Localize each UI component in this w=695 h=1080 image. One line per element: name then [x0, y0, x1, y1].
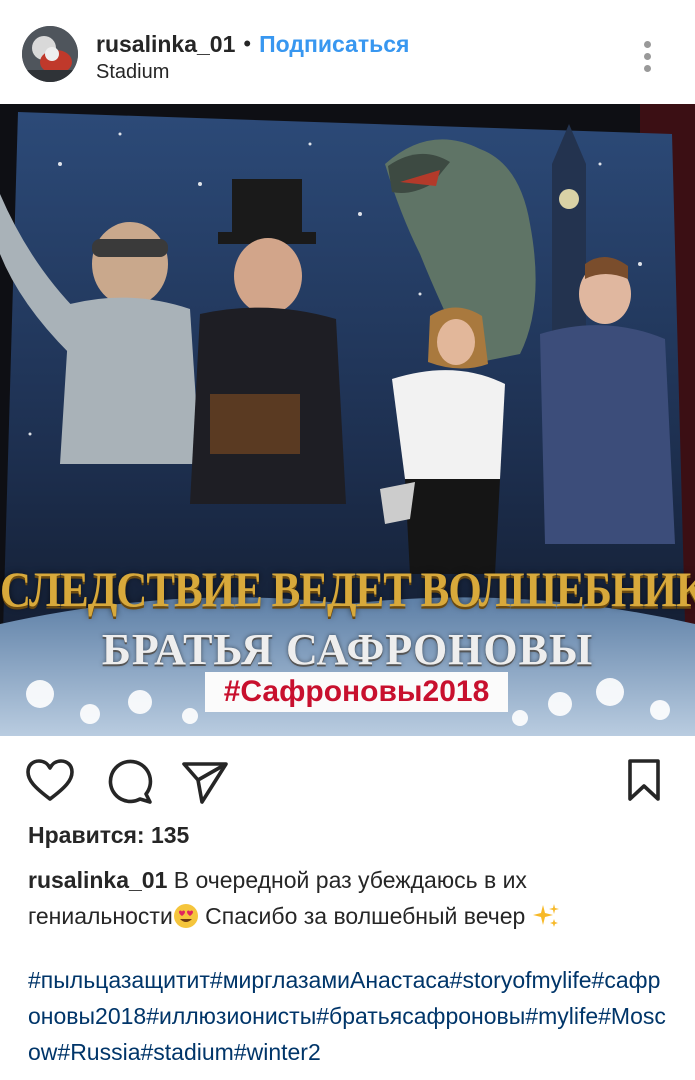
- share-icon[interactable]: [180, 756, 232, 808]
- location-link[interactable]: Stadium: [96, 61, 169, 84]
- post-photo[interactable]: СЛЕДСТВИЕ ВЕДЕТ ВОЛШЕБНИК БРАТЬЯ САФРОНО…: [0, 104, 695, 736]
- bookmark-icon[interactable]: [620, 756, 672, 808]
- post-caption: rusalinka_01 В очередной раз убеждаюсь в…: [28, 862, 668, 934]
- banner-subtitle: БРАТЬЯ САФРОНОВЫ: [101, 625, 594, 674]
- sparkles-emoji-icon: [532, 904, 559, 927]
- header-username[interactable]: rusalinka_01: [96, 31, 235, 58]
- header-user-row: rusalinka_01 • Подписаться: [96, 29, 409, 59]
- banner-title: СЛЕДСТВИЕ ВЕДЕТ ВОЛШЕБНИК: [0, 563, 695, 618]
- heart-icon[interactable]: [24, 756, 76, 808]
- separator-dot: •: [243, 31, 252, 56]
- caption-username[interactable]: rusalinka_01: [28, 867, 167, 893]
- caption-hashtags[interactable]: #пыльцазащитит#мирглазамиАнастаса#storyo…: [28, 962, 668, 1070]
- post-header: rusalinka_01 • Подписаться Stadium: [0, 0, 695, 104]
- more-options-icon[interactable]: [636, 38, 660, 74]
- follow-button[interactable]: Подписаться: [259, 31, 409, 58]
- avatar[interactable]: [22, 26, 78, 82]
- heart-eyes-emoji-icon: [173, 904, 198, 928]
- caption-text-part2: Спасибо за волшебный вечер: [198, 903, 532, 929]
- likes-count[interactable]: Нравится: 135: [28, 822, 189, 849]
- comment-icon[interactable]: [104, 756, 156, 808]
- action-bar: [0, 736, 695, 820]
- banner-hashtag: #Сафроновы2018: [205, 672, 508, 712]
